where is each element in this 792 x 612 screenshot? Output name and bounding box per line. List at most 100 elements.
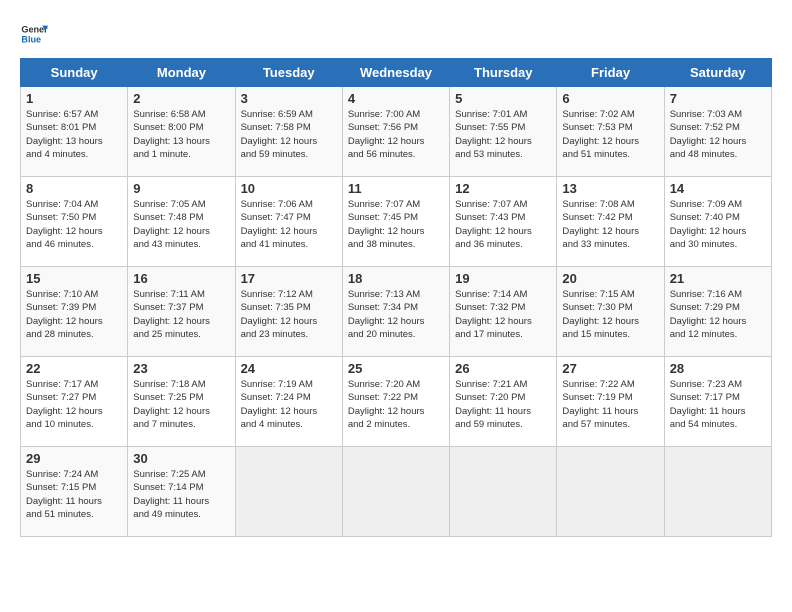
day-number: 12 <box>455 181 551 196</box>
calendar-body: 1 Sunrise: 6:57 AMSunset: 8:01 PMDaylight… <box>21 87 772 537</box>
cell-sunrise-info: Sunrise: 7:17 AMSunset: 7:27 PMDaylight:… <box>26 378 122 431</box>
calendar-cell <box>235 447 342 537</box>
day-number: 14 <box>670 181 766 196</box>
calendar-cell: 19 Sunrise: 7:14 AMSunset: 7:32 PMDayligh… <box>450 267 557 357</box>
day-number: 10 <box>241 181 337 196</box>
day-number: 19 <box>455 271 551 286</box>
cell-sunrise-info: Sunrise: 7:11 AMSunset: 7:37 PMDaylight:… <box>133 288 229 341</box>
day-number: 7 <box>670 91 766 106</box>
day-number: 2 <box>133 91 229 106</box>
calendar-week-1: 1 Sunrise: 6:57 AMSunset: 8:01 PMDaylight… <box>21 87 772 177</box>
weekday-header-sunday: Sunday <box>21 59 128 87</box>
cell-sunrise-info: Sunrise: 7:15 AMSunset: 7:30 PMDaylight:… <box>562 288 658 341</box>
calendar-cell: 23 Sunrise: 7:18 AMSunset: 7:25 PMDayligh… <box>128 357 235 447</box>
calendar-cell: 27 Sunrise: 7:22 AMSunset: 7:19 PMDayligh… <box>557 357 664 447</box>
calendar-cell: 2 Sunrise: 6:58 AMSunset: 8:00 PMDaylight… <box>128 87 235 177</box>
calendar-week-5: 29Sunrise: 7:24 AMSunset: 7:15 PMDayligh… <box>21 447 772 537</box>
day-number: 3 <box>241 91 337 106</box>
cell-sunrise-info: Sunrise: 7:08 AMSunset: 7:42 PMDaylight:… <box>562 198 658 251</box>
day-number: 26 <box>455 361 551 376</box>
cell-sunrise-info: Sunrise: 7:23 AMSunset: 7:17 PMDaylight:… <box>670 378 766 431</box>
day-number: 9 <box>133 181 229 196</box>
day-number: 20 <box>562 271 658 286</box>
calendar-week-3: 15 Sunrise: 7:10 AMSunset: 7:39 PMDayligh… <box>21 267 772 357</box>
calendar-cell: 22 Sunrise: 7:17 AMSunset: 7:27 PMDayligh… <box>21 357 128 447</box>
calendar-table: SundayMondayTuesdayWednesdayThursdayFrid… <box>20 58 772 537</box>
weekday-header-thursday: Thursday <box>450 59 557 87</box>
calendar-cell: 26 Sunrise: 7:21 AMSunset: 7:20 PMDayligh… <box>450 357 557 447</box>
day-number: 30 <box>133 451 229 466</box>
cell-sunrise-info: Sunrise: 7:06 AMSunset: 7:47 PMDaylight:… <box>241 198 337 251</box>
day-number: 28 <box>670 361 766 376</box>
calendar-week-4: 22 Sunrise: 7:17 AMSunset: 7:27 PMDayligh… <box>21 357 772 447</box>
calendar-cell: 13 Sunrise: 7:08 AMSunset: 7:42 PMDayligh… <box>557 177 664 267</box>
calendar-cell: 3 Sunrise: 6:59 AMSunset: 7:58 PMDaylight… <box>235 87 342 177</box>
day-number: 16 <box>133 271 229 286</box>
cell-sunrise-info: Sunrise: 6:59 AMSunset: 7:58 PMDaylight:… <box>241 108 337 161</box>
weekday-header-saturday: Saturday <box>664 59 771 87</box>
calendar-cell: 25 Sunrise: 7:20 AMSunset: 7:22 PMDayligh… <box>342 357 449 447</box>
calendar-cell: 30 Sunrise: 7:25 AMSunset: 7:14 PMDayligh… <box>128 447 235 537</box>
calendar-cell: 16 Sunrise: 7:11 AMSunset: 7:37 PMDayligh… <box>128 267 235 357</box>
cell-sunrise-info: Sunrise: 7:02 AMSunset: 7:53 PMDaylight:… <box>562 108 658 161</box>
calendar-cell: 24Sunrise: 7:19 AMSunset: 7:24 PMDayligh… <box>235 357 342 447</box>
calendar-cell: 7 Sunrise: 7:03 AMSunset: 7:52 PMDaylight… <box>664 87 771 177</box>
cell-sunrise-info: Sunrise: 7:16 AMSunset: 7:29 PMDaylight:… <box>670 288 766 341</box>
weekday-header-friday: Friday <box>557 59 664 87</box>
calendar-cell: 8Sunrise: 7:04 AMSunset: 7:50 PMDaylight… <box>21 177 128 267</box>
calendar-cell <box>557 447 664 537</box>
calendar-cell: 17 Sunrise: 7:12 AMSunset: 7:35 PMDayligh… <box>235 267 342 357</box>
cell-sunrise-info: Sunrise: 7:19 AMSunset: 7:24 PMDaylight:… <box>241 378 337 431</box>
svg-text:Blue: Blue <box>21 34 41 44</box>
calendar-cell: 29Sunrise: 7:24 AMSunset: 7:15 PMDayligh… <box>21 447 128 537</box>
logo: General Blue <box>20 20 48 48</box>
calendar-cell: 10 Sunrise: 7:06 AMSunset: 7:47 PMDayligh… <box>235 177 342 267</box>
day-number: 4 <box>348 91 444 106</box>
header: General Blue <box>20 20 772 48</box>
cell-sunrise-info: Sunrise: 7:24 AMSunset: 7:15 PMDaylight:… <box>26 468 122 521</box>
cell-sunrise-info: Sunrise: 7:09 AMSunset: 7:40 PMDaylight:… <box>670 198 766 251</box>
cell-sunrise-info: Sunrise: 7:13 AMSunset: 7:34 PMDaylight:… <box>348 288 444 341</box>
cell-sunrise-info: Sunrise: 7:01 AMSunset: 7:55 PMDaylight:… <box>455 108 551 161</box>
calendar-cell <box>450 447 557 537</box>
cell-sunrise-info: Sunrise: 6:57 AMSunset: 8:01 PMDaylight:… <box>26 108 122 161</box>
day-number: 1 <box>26 91 122 106</box>
calendar-week-2: 8Sunrise: 7:04 AMSunset: 7:50 PMDaylight… <box>21 177 772 267</box>
cell-sunrise-info: Sunrise: 7:22 AMSunset: 7:19 PMDaylight:… <box>562 378 658 431</box>
day-number: 15 <box>26 271 122 286</box>
calendar-cell: 11Sunrise: 7:07 AMSunset: 7:45 PMDayligh… <box>342 177 449 267</box>
cell-sunrise-info: Sunrise: 7:25 AMSunset: 7:14 PMDaylight:… <box>133 468 229 521</box>
calendar-cell: 9 Sunrise: 7:05 AMSunset: 7:48 PMDaylight… <box>128 177 235 267</box>
day-number: 17 <box>241 271 337 286</box>
cell-sunrise-info: Sunrise: 6:58 AMSunset: 8:00 PMDaylight:… <box>133 108 229 161</box>
day-number: 5 <box>455 91 551 106</box>
calendar-cell: 14 Sunrise: 7:09 AMSunset: 7:40 PMDayligh… <box>664 177 771 267</box>
cell-sunrise-info: Sunrise: 7:14 AMSunset: 7:32 PMDaylight:… <box>455 288 551 341</box>
day-number: 6 <box>562 91 658 106</box>
calendar-cell: 5 Sunrise: 7:01 AMSunset: 7:55 PMDaylight… <box>450 87 557 177</box>
cell-sunrise-info: Sunrise: 7:20 AMSunset: 7:22 PMDaylight:… <box>348 378 444 431</box>
calendar-cell: 1 Sunrise: 6:57 AMSunset: 8:01 PMDaylight… <box>21 87 128 177</box>
logo-icon: General Blue <box>20 20 48 48</box>
day-number: 22 <box>26 361 122 376</box>
day-number: 13 <box>562 181 658 196</box>
cell-sunrise-info: Sunrise: 7:21 AMSunset: 7:20 PMDaylight:… <box>455 378 551 431</box>
calendar-cell: 12 Sunrise: 7:07 AMSunset: 7:43 PMDayligh… <box>450 177 557 267</box>
cell-sunrise-info: Sunrise: 7:00 AMSunset: 7:56 PMDaylight:… <box>348 108 444 161</box>
cell-sunrise-info: Sunrise: 7:07 AMSunset: 7:43 PMDaylight:… <box>455 198 551 251</box>
day-number: 23 <box>133 361 229 376</box>
calendar-cell: 28 Sunrise: 7:23 AMSunset: 7:17 PMDayligh… <box>664 357 771 447</box>
cell-sunrise-info: Sunrise: 7:05 AMSunset: 7:48 PMDaylight:… <box>133 198 229 251</box>
cell-sunrise-info: Sunrise: 7:18 AMSunset: 7:25 PMDaylight:… <box>133 378 229 431</box>
calendar-cell: 15 Sunrise: 7:10 AMSunset: 7:39 PMDayligh… <box>21 267 128 357</box>
calendar-cell: 21 Sunrise: 7:16 AMSunset: 7:29 PMDayligh… <box>664 267 771 357</box>
day-number: 27 <box>562 361 658 376</box>
calendar-cell <box>342 447 449 537</box>
calendar-header-row: SundayMondayTuesdayWednesdayThursdayFrid… <box>21 59 772 87</box>
cell-sunrise-info: Sunrise: 7:10 AMSunset: 7:39 PMDaylight:… <box>26 288 122 341</box>
day-number: 21 <box>670 271 766 286</box>
cell-sunrise-info: Sunrise: 7:03 AMSunset: 7:52 PMDaylight:… <box>670 108 766 161</box>
calendar-cell: 18Sunrise: 7:13 AMSunset: 7:34 PMDayligh… <box>342 267 449 357</box>
day-number: 25 <box>348 361 444 376</box>
cell-sunrise-info: Sunrise: 7:12 AMSunset: 7:35 PMDaylight:… <box>241 288 337 341</box>
